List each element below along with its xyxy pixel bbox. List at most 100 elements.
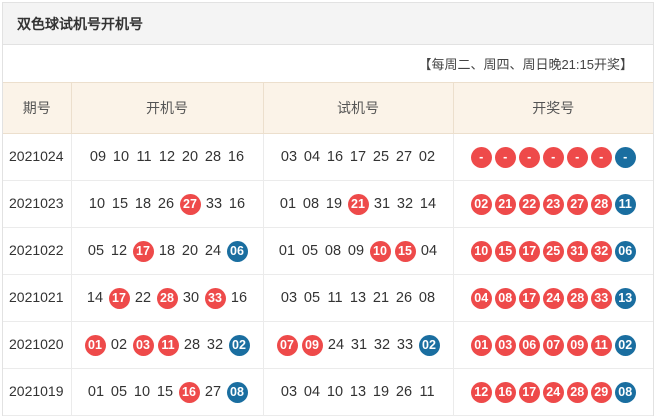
red-ball: 21: [347, 193, 369, 215]
panel-header: 双色球试机号开机号: [3, 3, 653, 45]
red-ball: -: [542, 146, 564, 168]
trial-number-cell: 03 04 16 17 25 27 02: [262, 133, 454, 181]
open-number-cell: 14 17 22 28 30 33 16: [70, 274, 264, 322]
open-number-list: 05 12 17 18 20 24 06: [87, 240, 248, 262]
number: 08: [324, 243, 342, 259]
draw-number-list: 02 21 22 23 27 28 11: [470, 193, 636, 215]
red-ball: -: [494, 146, 516, 168]
blue-ball: 02: [614, 334, 636, 356]
red-ball: 15: [394, 240, 416, 262]
header-issue: 期号: [3, 82, 72, 134]
red-ball: 03: [494, 334, 516, 356]
panel-title: 双色球试机号开机号: [17, 15, 143, 32]
header-draw-number: 开奖号: [452, 82, 653, 134]
number: 22: [134, 290, 152, 306]
red-ball: 12: [470, 381, 492, 403]
red-ball: 23: [542, 193, 564, 215]
number: 13: [349, 384, 367, 400]
draw-number-list: 04 08 17 24 28 33 13: [470, 287, 636, 309]
trial-number-cell: 03 05 11 13 21 26 08: [262, 274, 454, 322]
number: 03: [280, 290, 298, 306]
blue-ball: 06: [226, 240, 248, 262]
red-ball: 06: [518, 334, 540, 356]
trial-number-cell: 03 04 10 13 19 26 11: [262, 368, 454, 416]
red-ball: -: [470, 146, 492, 168]
red-ball: 27: [179, 193, 201, 215]
number: 03: [280, 149, 298, 165]
number: 08: [302, 196, 320, 212]
number: 15: [156, 384, 174, 400]
blue-ball: 06: [614, 240, 636, 262]
red-ball: 16: [494, 381, 516, 403]
number: 02: [110, 337, 128, 353]
number: 13: [349, 290, 367, 306]
red-ball: 11: [157, 334, 179, 356]
number: 19: [325, 196, 343, 212]
number: 04: [303, 384, 321, 400]
number: 01: [87, 384, 105, 400]
draw-number-cell: 12 16 17 24 28 29 08: [452, 368, 653, 416]
number: 16: [326, 149, 344, 165]
blue-ball: 08: [614, 381, 636, 403]
draw-number-cell: 01 03 06 07 09 11 02: [452, 321, 653, 369]
trial-number-cell: 01 08 19 21 31 32 14: [262, 180, 454, 228]
draw-number-cell: 04 08 17 24 28 33 13: [452, 274, 653, 322]
red-ball: 33: [204, 287, 226, 309]
red-ball: 04: [470, 287, 492, 309]
number: 18: [134, 196, 152, 212]
draw-schedule-row: 【每周二、周四、周日晚21:15开奖】: [3, 45, 653, 82]
number: 24: [204, 243, 222, 259]
red-ball: 32: [590, 240, 612, 262]
red-ball: 08: [494, 287, 516, 309]
red-ball: 01: [470, 334, 492, 356]
number: 04: [303, 149, 321, 165]
red-ball: 02: [470, 193, 492, 215]
draw-number-list: 12 16 17 24 28 29 08: [470, 381, 636, 403]
number: 26: [157, 196, 175, 212]
open-number-cell: 05 12 17 18 20 24 06: [70, 227, 264, 275]
number: 19: [372, 384, 390, 400]
number: 09: [89, 149, 107, 165]
number: 30: [182, 290, 200, 306]
draw-number-cell: -------: [452, 133, 653, 181]
number: 11: [327, 290, 343, 306]
red-ball: 10: [369, 240, 391, 262]
number: 11: [419, 384, 435, 400]
results-table: 期号 开机号 试机号 开奖号 2021024 09 10 11 12 20 28 16 03 04…: [3, 82, 653, 416]
number: 03: [280, 384, 298, 400]
issue-number: 2021024: [3, 133, 72, 181]
draw-schedule-note: 【每周二、周四、周日晚21:15开奖】: [418, 57, 633, 72]
table-row: 2021021 14 17 22 28 30 33 16 03 05 11 13 21 26 08 04 08 1…: [3, 274, 653, 322]
number: 16: [230, 290, 248, 306]
number: 31: [350, 337, 368, 353]
number: 01: [279, 196, 297, 212]
number: 16: [228, 196, 246, 212]
number: 26: [395, 384, 413, 400]
number: 28: [183, 337, 201, 353]
number: 10: [326, 384, 344, 400]
number: 10: [133, 384, 151, 400]
number: 02: [418, 149, 436, 165]
red-ball: 07: [542, 334, 564, 356]
number: 21: [372, 290, 390, 306]
trial-number-cell: 01 05 08 09 10 15 04: [262, 227, 454, 275]
number: 24: [327, 337, 345, 353]
number: 11: [136, 149, 152, 165]
number: 32: [373, 337, 391, 353]
open-number-list: 01 05 10 15 16 27 08: [87, 381, 248, 403]
red-ball: 28: [590, 193, 612, 215]
number: 31: [373, 196, 391, 212]
red-ball: -: [590, 146, 612, 168]
red-ball: 01: [84, 334, 106, 356]
red-ball: 25: [542, 240, 564, 262]
number: 25: [372, 149, 390, 165]
issue-number: 2021020: [3, 321, 72, 369]
table-row: 2021022 05 12 17 18 20 24 06 01 05 08 09 10 15 04 10 15 1…: [3, 227, 653, 275]
number: 32: [396, 196, 414, 212]
number: 05: [110, 384, 128, 400]
number: 16: [227, 149, 245, 165]
red-ball: 24: [542, 381, 564, 403]
open-number-list: 14 17 22 28 30 33 16: [86, 287, 249, 309]
number: 04: [420, 243, 438, 259]
blue-ball: 13: [614, 287, 636, 309]
